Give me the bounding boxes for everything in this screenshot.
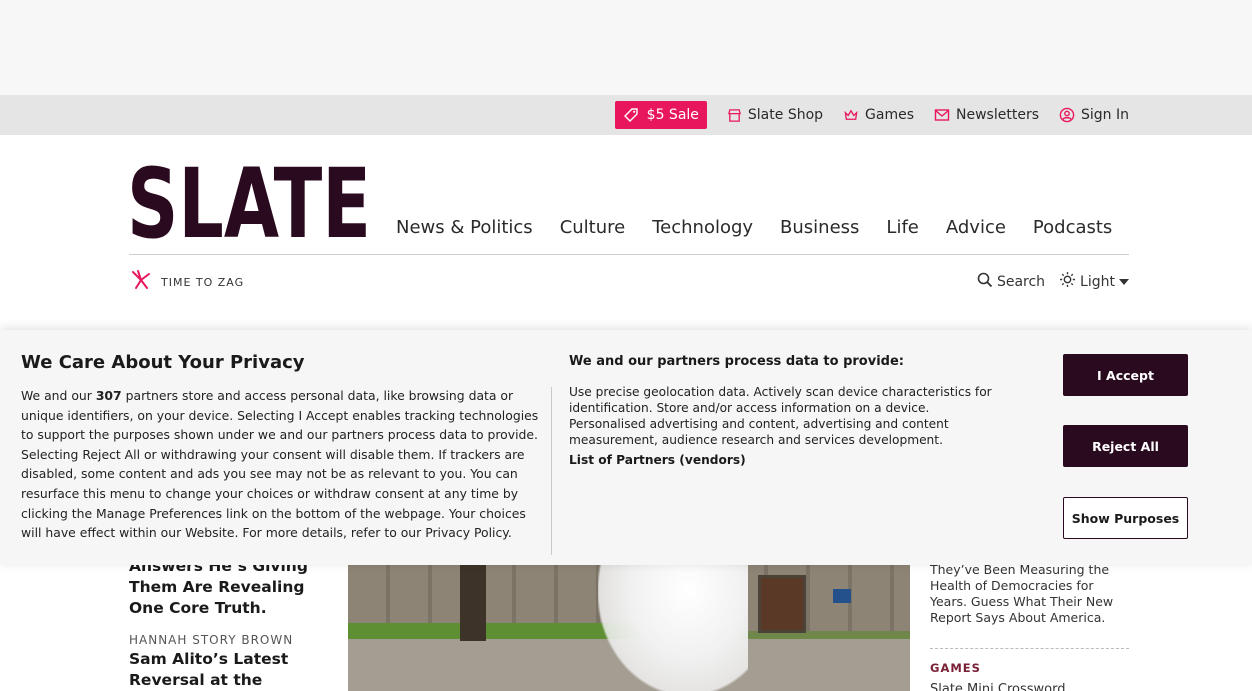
partners-link[interactable]: List of Partners (vendors) [569, 453, 746, 467]
user-icon [1059, 107, 1075, 123]
shop-label: Slate Shop [747, 107, 824, 123]
story-byline: HANNAH STORY BROWN [129, 633, 294, 647]
header-tools: Search Light [977, 271, 1129, 292]
privacy-banner: We Care About Your Privacy We and our 30… [0, 330, 1252, 565]
tagline-text: TIME TO ZAG [161, 275, 245, 289]
nav-item-news-politics[interactable]: News & Politics [396, 217, 533, 238]
sign-in-label: Sign In [1081, 107, 1129, 123]
tagline-link[interactable]: TIME TO ZAG [129, 268, 244, 296]
nav-item-technology[interactable]: Technology [652, 217, 753, 238]
crown-icon [843, 108, 859, 123]
sale-label: $5 Sale [646, 107, 699, 123]
privacy-subtitle: We and our partners process data to prov… [569, 354, 904, 369]
hero-door [758, 575, 806, 633]
sun-icon [1059, 271, 1076, 292]
story-headline[interactable]: Answers He’s Giving Them Are Revealing O… [129, 556, 329, 619]
privacy-title: We Care About Your Privacy [21, 352, 305, 373]
hero-tree [460, 565, 486, 641]
story-headline[interactable]: Sam Alito’s Latest Reversal at the Supre… [129, 649, 329, 691]
newsletters-label: Newsletters [956, 107, 1039, 123]
slate-shop-link[interactable]: Slate Shop [727, 107, 823, 123]
top-utility-bar: $5 Sale Slate Shop Games Newsletters Sig… [0, 95, 1252, 135]
svg-text:SLATE: SLATE [129, 163, 371, 239]
zag-icon [129, 268, 153, 296]
main-nav: News & Politics Culture Technology Busin… [396, 217, 1112, 238]
story-headline[interactable]: They’ve Been Measuring the Health of Dem… [930, 562, 1130, 626]
privacy-divider [551, 387, 552, 555]
slate-logo[interactable]: SLATE [127, 148, 371, 260]
nav-item-podcasts[interactable]: Podcasts [1033, 217, 1112, 238]
mail-icon [934, 108, 950, 122]
nav-item-culture[interactable]: Culture [560, 217, 626, 238]
privacy-body: We and our 307 partners store and access… [21, 386, 541, 543]
sign-in-link[interactable]: Sign In [1059, 107, 1129, 123]
newsletters-link[interactable]: Newsletters [934, 107, 1039, 123]
hero-image[interactable] [348, 565, 910, 691]
show-purposes-button[interactable]: Show Purposes [1063, 497, 1188, 539]
shop-icon [727, 108, 742, 123]
games-link[interactable]: Games [843, 107, 914, 123]
games-label: Games [865, 107, 915, 123]
nav-item-advice[interactable]: Advice [946, 217, 1006, 238]
privacy-body-post: partners store and access personal data,… [21, 388, 539, 541]
tag-icon [623, 107, 639, 123]
nav-item-life[interactable]: Life [886, 217, 918, 238]
privacy-purposes: Use precise geolocation data. Actively s… [569, 385, 992, 447]
right-column: They’ve Been Measuring the Health of Dem… [930, 562, 1130, 691]
theme-label: Light [1080, 273, 1115, 290]
privacy-body-pre: We and our [21, 388, 96, 403]
section-label[interactable]: GAMES [930, 661, 1130, 675]
search-icon [977, 272, 993, 292]
ad-slot [0, 0, 1252, 95]
search-label: Search [996, 273, 1046, 290]
hero-sign [833, 589, 851, 603]
header-divider [129, 254, 1129, 255]
sale-button[interactable]: $5 Sale [614, 101, 707, 129]
accept-button[interactable]: I Accept [1063, 354, 1188, 396]
game-link[interactable]: Slate Mini Crossword [930, 682, 1130, 691]
chevron-down-icon [1119, 274, 1129, 290]
hero-dress [598, 565, 748, 691]
theme-toggle[interactable]: Light [1059, 271, 1129, 292]
divider [930, 648, 1129, 649]
search-button[interactable]: Search [977, 272, 1045, 292]
partner-count: 307 [95, 388, 122, 403]
left-column: Answers He’s Giving Them Are Revealing O… [129, 556, 329, 691]
slate-wordmark: SLATE [127, 148, 371, 260]
nav-item-business[interactable]: Business [780, 217, 859, 238]
reject-all-button[interactable]: Reject All [1063, 425, 1188, 467]
